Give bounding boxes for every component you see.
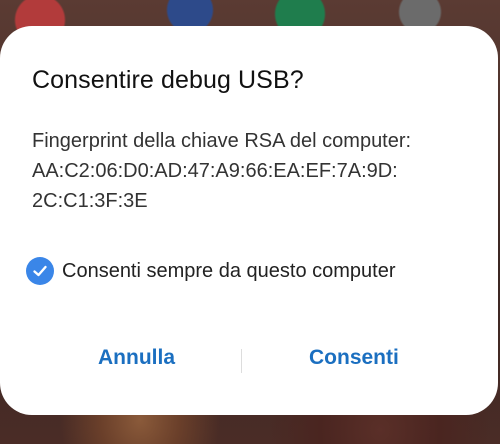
allow-button[interactable]: Consenti — [309, 346, 399, 370]
dialog-message: Fingerprint della chiave RSA del compute… — [32, 126, 472, 216]
message-line-3: 2C:C1:3F:3E — [32, 190, 148, 212]
check-circle-icon[interactable] — [26, 257, 54, 285]
button-divider — [241, 349, 242, 373]
dialog-title: Consentire debug USB? — [32, 66, 304, 94]
checkbox-label: Consenti sempre da questo computer — [62, 259, 396, 282]
message-line-1: Fingerprint della chiave RSA del compute… — [32, 130, 412, 152]
cancel-button[interactable]: Annulla — [98, 346, 175, 370]
message-line-2: AA:C2:06:D0:AD:47:A9:66:EA:EF:7A:9D: — [32, 160, 398, 182]
always-allow-checkbox[interactable]: Consenti sempre da questo computer — [26, 256, 396, 286]
usb-debug-dialog: Consentire debug USB? Fingerprint della … — [0, 26, 498, 415]
